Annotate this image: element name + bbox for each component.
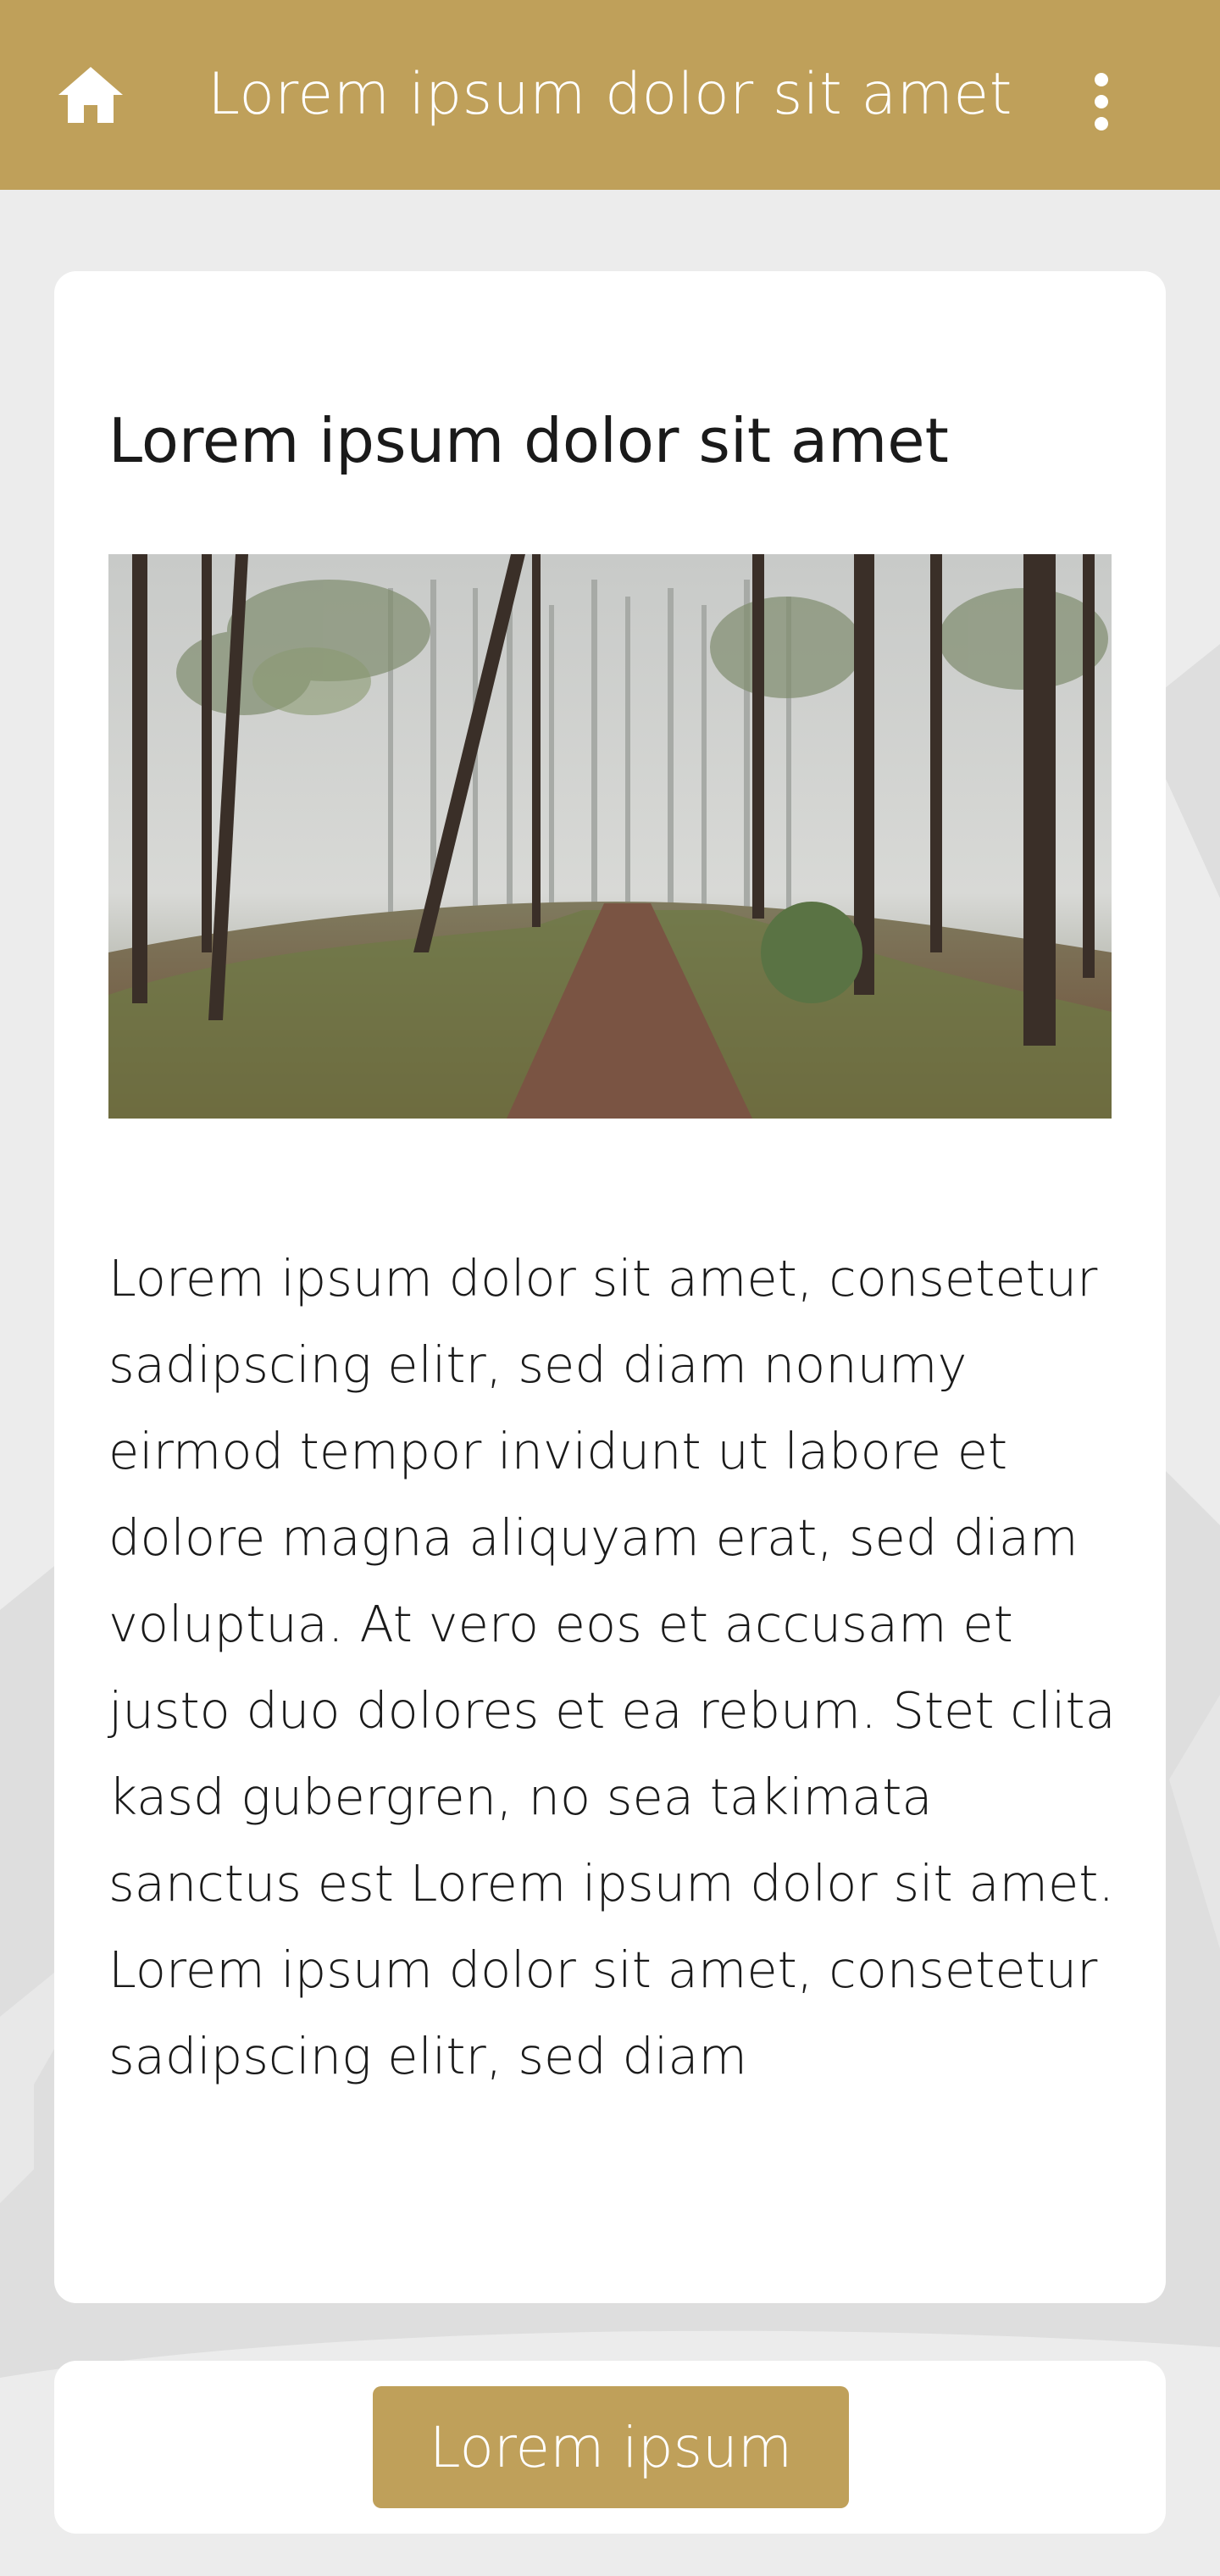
app-bar: Lorem ipsum dolor sit amet <box>0 0 1220 190</box>
home-icon <box>58 67 123 123</box>
article-title: Lorem ipsum dolor sit amet <box>108 405 949 476</box>
bottom-action-bar: Lorem ipsum <box>54 2361 1166 2534</box>
article-card: Lorem ipsum dolor sit amet Lorem ipsum d… <box>54 271 1166 2303</box>
primary-action-button[interactable]: Lorem ipsum <box>373 2386 849 2508</box>
forest-path-photo <box>108 554 1112 1119</box>
more-options-button[interactable] <box>1076 61 1127 142</box>
home-button[interactable] <box>53 61 129 129</box>
app-bar-title: Lorem ipsum dolor sit amet <box>208 61 1012 128</box>
article-body: Lorem ipsum dolor sit amet, consetetur s… <box>108 1249 1116 2085</box>
article-image <box>108 554 1112 1119</box>
more-vertical-icon <box>1095 73 1108 130</box>
